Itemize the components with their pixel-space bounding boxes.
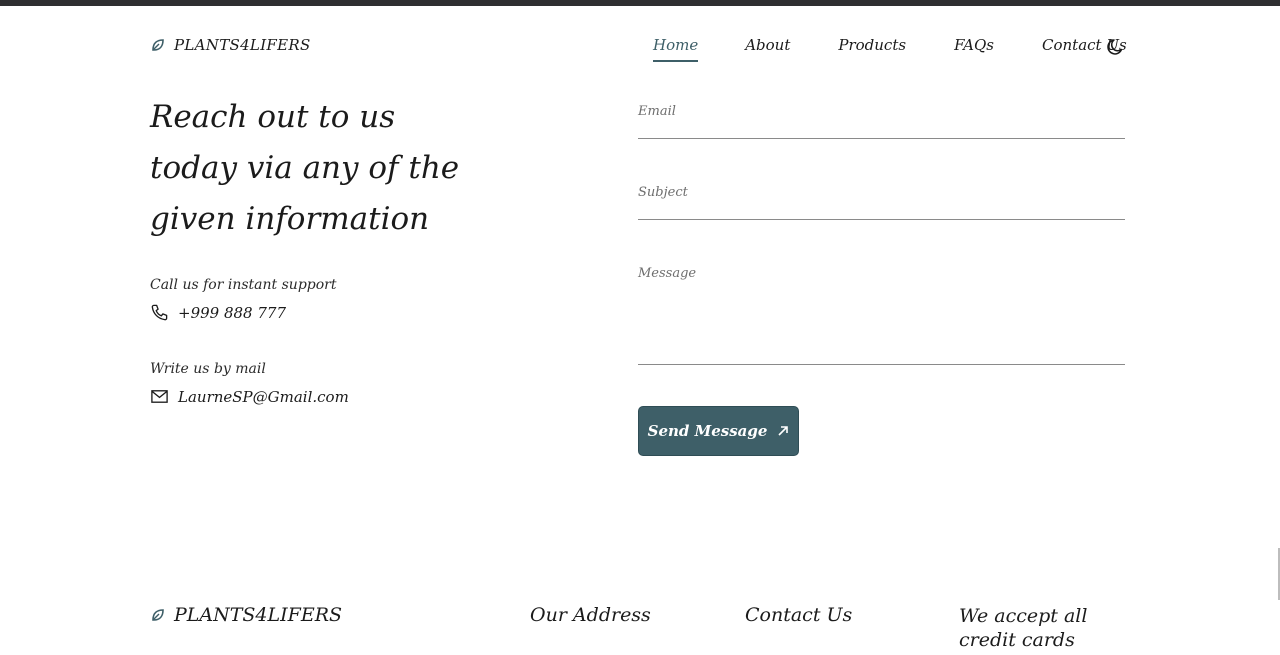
email-address: LaurneSP@Gmail.com: [178, 387, 349, 406]
brand-logo[interactable]: PLANTS4LIFERS: [150, 36, 311, 54]
leaf-icon: [152, 609, 164, 621]
email-field[interactable]: Email: [638, 104, 1125, 139]
phone-number: +999 888 777: [178, 303, 286, 322]
message-placeholder: Message: [638, 266, 697, 281]
email-placeholder: Email: [638, 104, 676, 119]
mail-icon: [151, 390, 168, 403]
send-button-label: Send Message: [647, 422, 768, 440]
email-line[interactable]: LaurneSP@Gmail.com: [150, 387, 349, 406]
main-nav: Home About Products FAQs Contact Us: [653, 36, 1127, 62]
subject-placeholder: Subject: [638, 185, 688, 200]
window-topbar: [0, 0, 1280, 6]
footer-address-title: Our Address: [530, 604, 651, 626]
message-field[interactable]: Message: [638, 266, 1125, 365]
nav-products[interactable]: Products: [838, 36, 906, 54]
phone-line[interactable]: +999 888 777: [150, 303, 286, 322]
hero-heading: Reach out to us today via any of the giv…: [150, 99, 460, 237]
footer-brand-name: PLANTS4LIFERS: [174, 604, 343, 626]
mail-label: Write us by mail: [150, 361, 266, 377]
phone-label: Call us for instant support: [150, 277, 337, 293]
footer-contact-title: Contact Us: [745, 604, 853, 626]
subject-field[interactable]: Subject: [638, 185, 1125, 220]
nav-home[interactable]: Home: [653, 36, 699, 62]
footer-cards-title: We accept all credit cards: [959, 605, 1088, 651]
phone-icon: [151, 304, 168, 321]
arrow-up-right-icon: [778, 426, 789, 436]
moon-icon[interactable]: [1106, 37, 1126, 57]
brand-name: PLANTS4LIFERS: [174, 36, 311, 54]
footer-brand[interactable]: PLANTS4LIFERS: [150, 604, 342, 626]
leaf-icon: [152, 39, 164, 51]
nav-faqs[interactable]: FAQs: [954, 36, 994, 54]
send-message-button[interactable]: Send Message: [638, 406, 799, 456]
nav-about[interactable]: About: [745, 36, 790, 54]
